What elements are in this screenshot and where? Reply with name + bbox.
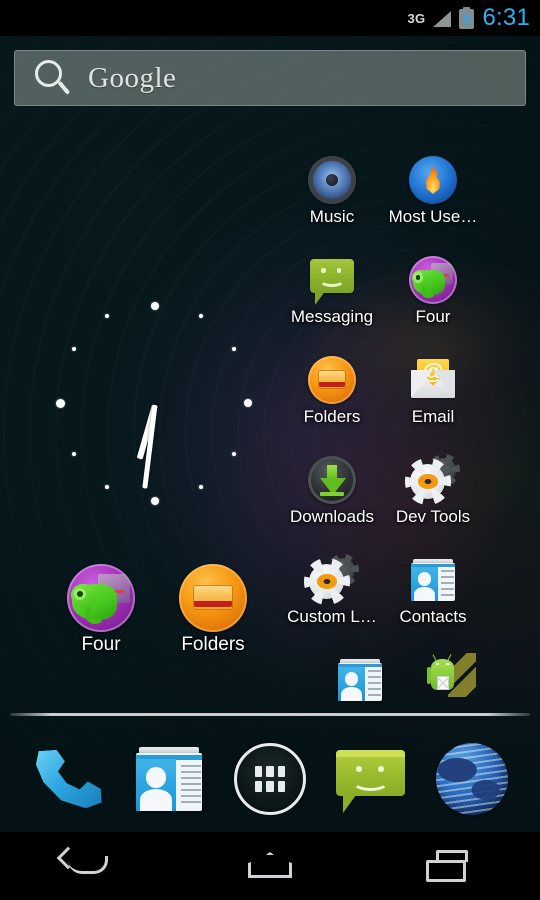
dock-item-messaging[interactable] [335,743,407,815]
signal-triangle-icon [432,10,452,27]
clock-marker-4 [232,452,236,456]
app-icon-folders[interactable]: Folders [280,350,384,427]
chameleon-icon [67,564,135,632]
messaging-bubble-icon [308,256,356,305]
contacts-card-icon [336,656,384,704]
clock-marker-5 [199,485,203,489]
app-label: Contacts [399,607,467,626]
music-speaker-icon [308,156,356,204]
chameleon-icon [409,256,457,304]
app-label: Folders [181,635,245,655]
gears-icon [303,554,359,604]
navigation-bar [0,832,540,900]
app-icon-most-used[interactable]: Most Use… [381,150,485,227]
clock-marker-2 [232,347,236,351]
app-icon-custom-locale[interactable]: Custom L… [280,550,384,627]
google-search-widget[interactable]: Google [14,50,526,106]
nav-recents-button[interactable] [390,836,510,896]
app-label: Messaging [290,307,374,326]
app-icon-android-robot[interactable] [398,645,502,702]
app-icon-contacts[interactable]: Contacts [381,550,485,627]
app-icon-email[interactable]: @ Email [381,350,485,427]
app-label: Custom L… [287,607,377,626]
status-bar[interactable]: 3G 6:31 [0,0,540,36]
clock-marker-10 [72,347,76,351]
app-icon-downloads[interactable]: Downloads [280,450,384,527]
app-icon-four-large[interactable]: Four [41,560,161,655]
app-label: Four [81,635,121,655]
gears-icon [404,454,460,504]
app-icon-folders-large[interactable]: Folders [153,560,273,655]
app-label: Four [415,307,451,326]
search-widget-label: Google [88,61,177,94]
nav-back-button[interactable] [30,836,150,896]
app-icon-four[interactable]: Four [381,250,485,327]
clock-marker-3 [244,399,252,407]
clock-marker-11 [105,314,109,318]
app-label: Downloads [289,507,375,526]
app-label: Most Use… [388,207,478,226]
flame-icon [409,156,457,204]
app-icon-music[interactable]: Music [280,150,384,227]
app-icon-contacts-unlabeled[interactable] [308,650,412,707]
clock-marker-6 [151,497,159,505]
analog-clock-widget[interactable] [50,300,260,510]
clock-marker-1 [199,314,203,318]
nav-home-button[interactable] [210,836,330,896]
dock-item-app-drawer[interactable] [233,743,306,815]
app-label: Dev Tools [395,507,471,526]
android-home-screen: 3G 6:31 Google Music Most Use… Messaging… [0,0,540,900]
app-label: Email [411,407,455,426]
app-icon-messaging[interactable]: Messaging [280,250,384,327]
download-arrow-icon [308,456,356,504]
email-envelope-icon: @ [409,356,457,404]
app-label: Folders [303,407,361,426]
dock-item-phone[interactable] [32,743,104,815]
dock [0,726,540,832]
dock-divider [10,713,530,716]
search-magnifier-icon[interactable] [31,56,75,100]
clock-marker-12 [151,302,159,310]
clock-marker-9 [56,399,65,408]
phone-handset-icon [35,747,102,812]
clock-marker-8 [72,452,76,456]
status-bar-clock: 6:31 [482,4,530,31]
app-drawer-icon [254,766,263,777]
android-robot-icon [426,651,476,699]
contacts-card-icon [409,556,457,604]
folder-orange-icon [179,564,247,632]
network-type-label: 3G [407,10,426,26]
battery-charging-icon [458,7,475,29]
app-label: Music [309,207,355,226]
clock-marker-7 [105,485,109,489]
app-icon-dev-tools[interactable]: Dev Tools [381,450,485,527]
folder-orange-icon [308,356,356,404]
dock-item-browser[interactable] [435,743,508,815]
dock-item-contacts[interactable] [133,743,205,815]
